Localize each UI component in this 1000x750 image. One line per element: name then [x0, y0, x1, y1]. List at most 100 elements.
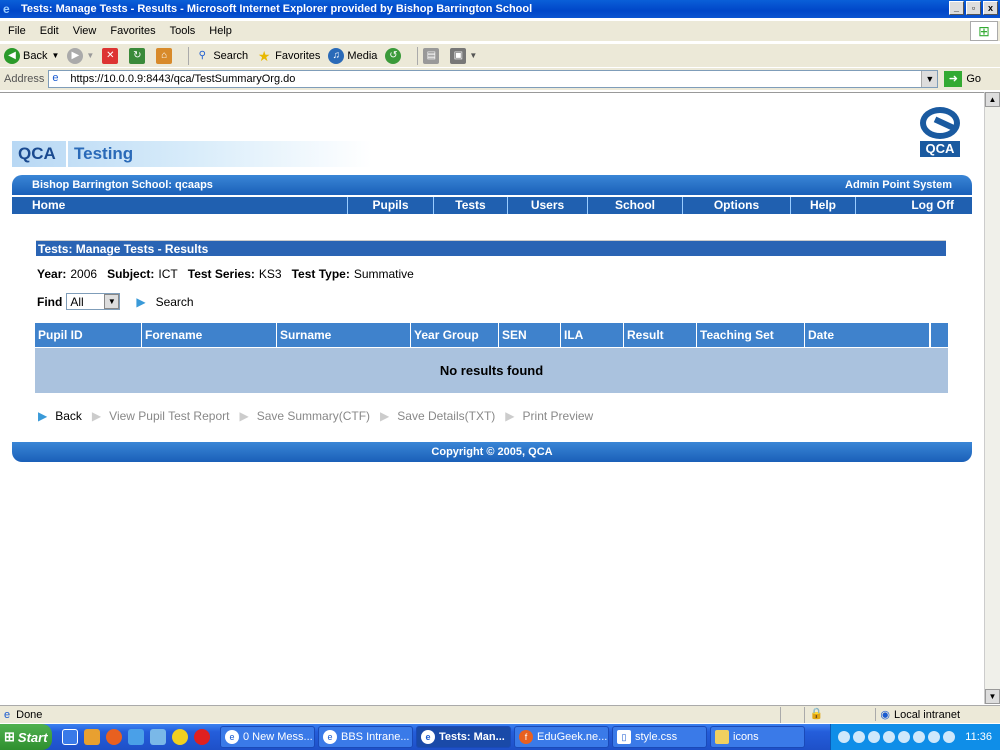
menu-tools[interactable]: Tools: [170, 25, 196, 37]
col-pupil-id[interactable]: Pupil ID: [35, 323, 142, 347]
col-sen[interactable]: SEN: [499, 323, 561, 347]
forward-dropdown-icon[interactable]: ▼: [86, 51, 94, 60]
maximize-button[interactable]: ▫: [966, 1, 981, 15]
clock[interactable]: 11:36: [965, 731, 992, 743]
scroll-down-icon[interactable]: ▼: [985, 689, 1000, 704]
nav-school[interactable]: School: [588, 197, 683, 214]
tray-icon[interactable]: [913, 731, 926, 743]
task-new-messages[interactable]: e 0 New Mess...: [220, 726, 315, 748]
search-arrow-icon[interactable]: ▶: [136, 295, 145, 309]
filter-year: Year: 2006: [37, 267, 97, 281]
menu-edit[interactable]: Edit: [40, 25, 59, 37]
filter-subject: Subject: ICT: [107, 267, 178, 281]
task-label: style.css: [635, 731, 678, 743]
task-label: 0 New Mess...: [243, 731, 313, 743]
qca-logo[interactable]: QCA: [920, 107, 962, 159]
save-summary-action[interactable]: ▶ Save Summary(CTF): [239, 409, 370, 423]
tray-icon[interactable]: [853, 731, 866, 743]
task-bbs-intranet[interactable]: e BBS Intrane...: [318, 726, 413, 748]
search-button[interactable]: ⚲ Search: [194, 48, 249, 64]
task-tests[interactable]: e Tests: Man...: [416, 726, 511, 748]
menu-favorites[interactable]: Favorites: [110, 25, 155, 37]
vertical-scrollbar[interactable]: ▲ ▼: [984, 92, 1000, 704]
start-button[interactable]: ⊞ Start: [0, 724, 52, 750]
back-action[interactable]: ▶ Back: [38, 409, 82, 423]
tray-icon[interactable]: [883, 731, 896, 743]
task-icons[interactable]: icons: [710, 726, 805, 748]
task-edugeek[interactable]: f EduGeek.ne...: [514, 726, 609, 748]
search-label: Search: [213, 49, 249, 62]
save-details-action[interactable]: ▶ Save Details(TXT): [380, 409, 495, 423]
history-button[interactable]: ↺: [385, 47, 404, 64]
back-button[interactable]: ◀ Back ▼: [4, 47, 59, 64]
find-select[interactable]: All ▼: [66, 293, 121, 310]
tray-icon[interactable]: [868, 731, 881, 743]
search-icon: ⚲: [198, 49, 206, 61]
menu-help[interactable]: Help: [209, 25, 232, 37]
firefox-icon[interactable]: [106, 729, 122, 745]
ie-icon: e: [421, 730, 435, 744]
address-input[interactable]: e https://10.0.0.9:8443/qca/TestSummaryO…: [48, 70, 939, 88]
stop-button[interactable]: ✕: [102, 47, 121, 64]
security-zone: ◉ Local intranet: [875, 708, 1000, 721]
print-preview-action[interactable]: ▶ Print Preview: [505, 409, 593, 423]
toolbar-separator: [188, 46, 190, 65]
task-style-css[interactable]: ▯ style.css: [612, 726, 707, 748]
folder-icon: [715, 730, 729, 744]
ie-quicklaunch-icon[interactable]: [62, 729, 78, 745]
back-dropdown-icon[interactable]: ▼: [51, 51, 59, 60]
results-table: Pupil ID Forename Surname Year Group SEN…: [35, 323, 948, 393]
nav-help[interactable]: Help: [791, 197, 856, 214]
menu-view[interactable]: View: [73, 25, 97, 37]
save-summary-label: Save Summary(CTF): [256, 409, 371, 423]
forward-button[interactable]: ▶ ▼: [67, 47, 94, 64]
print-button[interactable]: ▤: [423, 47, 442, 64]
tray-icon[interactable]: [943, 731, 956, 743]
scroll-up-icon[interactable]: ▲: [985, 92, 1000, 107]
ie-icon: e: [225, 730, 239, 744]
nav-home[interactable]: Home: [12, 197, 348, 214]
nav-pupils[interactable]: Pupils: [348, 197, 434, 214]
minimize-button[interactable]: _: [949, 1, 964, 15]
media-button[interactable]: ♫ Media: [328, 47, 377, 64]
nav-users[interactable]: Users: [508, 197, 588, 214]
back-action-label: Back: [55, 409, 82, 423]
no-entry-icon[interactable]: [194, 729, 210, 745]
refresh-button[interactable]: ↻: [129, 47, 148, 64]
task-label: icons: [733, 731, 759, 743]
table-empty-message: No results found: [35, 347, 948, 393]
col-ila[interactable]: ILA: [561, 323, 624, 347]
stop-icon: ✕: [102, 47, 119, 64]
close-button[interactable]: x: [983, 1, 998, 15]
outlook-icon[interactable]: [84, 729, 100, 745]
col-teaching-set[interactable]: Teaching Set: [697, 323, 805, 347]
view-report-action[interactable]: ▶ View Pupil Test Report: [92, 409, 230, 423]
favorites-button[interactable]: ★ Favorites: [256, 48, 321, 64]
col-date[interactable]: Date: [805, 323, 930, 347]
radiation-icon[interactable]: [172, 729, 188, 745]
tray-icon[interactable]: [838, 731, 851, 743]
menu-file[interactable]: File: [8, 25, 26, 37]
banner-testing: Testing: [74, 144, 134, 163]
search-link[interactable]: Search: [156, 295, 194, 309]
col-year-group[interactable]: Year Group: [411, 323, 499, 347]
type-value: Summative: [353, 267, 414, 281]
address-bar: Address e https://10.0.0.9:8443/qca/Test…: [0, 68, 1000, 90]
tray-icon[interactable]: [898, 731, 911, 743]
col-surname[interactable]: Surname: [277, 323, 411, 347]
home-button[interactable]: ⌂: [156, 47, 175, 64]
col-forename[interactable]: Forename: [142, 323, 277, 347]
nav-log-off[interactable]: Log Off: [856, 197, 972, 214]
test-filters: Year: 2006 Subject: ICT Test Series: KS3 Te…: [37, 267, 414, 281]
tray-icon[interactable]: [928, 731, 941, 743]
go-button[interactable]: ➜ Go: [944, 71, 981, 87]
network-icon[interactable]: [150, 729, 166, 745]
edit-dropdown-icon[interactable]: ▼: [469, 51, 477, 60]
nav-options[interactable]: Options: [683, 197, 791, 214]
address-dropdown-icon[interactable]: ▼: [921, 71, 938, 87]
messenger-icon[interactable]: [128, 729, 144, 745]
edit-icon: ▣: [450, 47, 467, 64]
edit-button[interactable]: ▣ ▼: [450, 47, 477, 64]
nav-tests[interactable]: Tests: [434, 197, 508, 214]
col-result[interactable]: Result: [624, 323, 697, 347]
